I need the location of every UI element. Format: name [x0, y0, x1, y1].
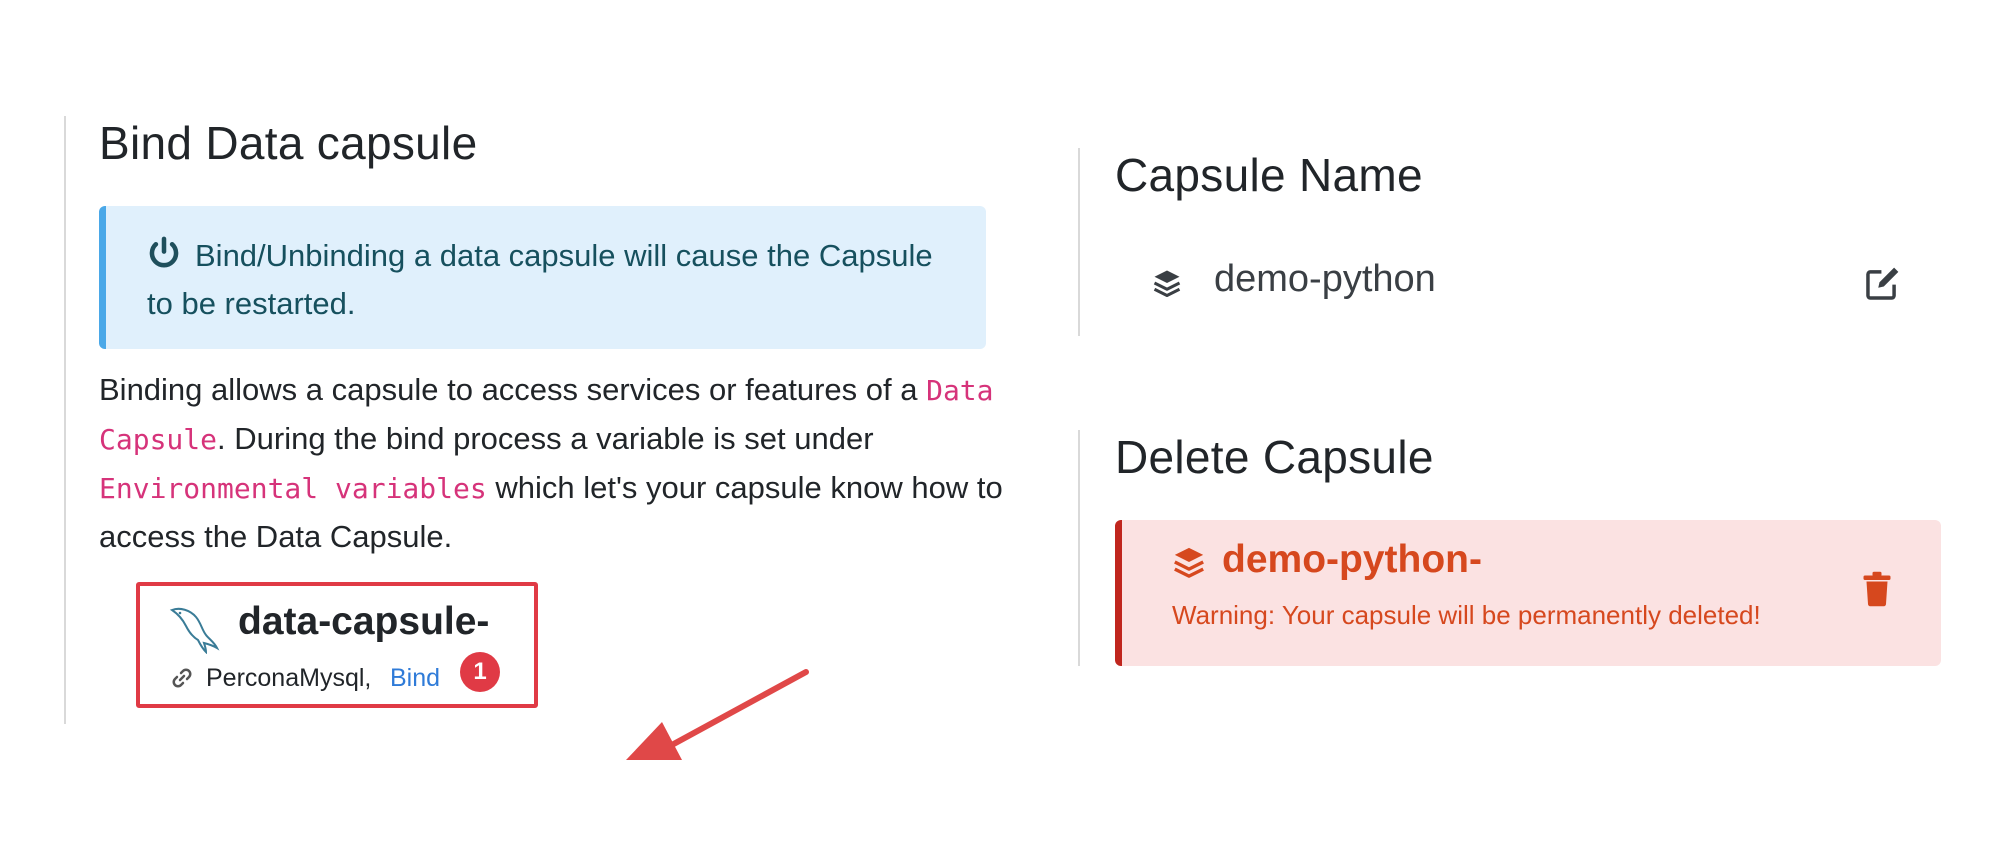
- step-badge: 1: [460, 652, 500, 692]
- page: Bind Data capsule Bind/Unbinding a data …: [0, 0, 2016, 846]
- delete-capsule-panel: Delete Capsule demo-python- Warning: You…: [1078, 430, 1960, 666]
- capsule-name-title: Capsule Name: [1115, 149, 1423, 201]
- layers-icon: [1174, 547, 1204, 578]
- capsule-name-panel: Capsule Name demo-python: [1078, 148, 1960, 336]
- desc-text-2: . During the bind process a variable is …: [217, 421, 874, 456]
- bind-section-title: Bind Data capsule: [99, 117, 478, 169]
- delete-warning-text: Warning: Your capsule will be permanentl…: [1172, 600, 1761, 630]
- data-capsule-card: data-capsule- PerconaMysql, Bind 1: [136, 582, 538, 708]
- delete-capsule-name: demo-python-: [1222, 538, 1482, 581]
- desc-text-1: Binding allows a capsule to access servi…: [99, 372, 927, 407]
- delete-capsule-title: Delete Capsule: [1115, 431, 1434, 483]
- data-capsule-title: data-capsule-: [238, 600, 490, 643]
- delete-capsule-alert: demo-python- Warning: Your capsule will …: [1115, 520, 1941, 666]
- arrow-annotation: [626, 669, 809, 760]
- bind-description: Binding allows a capsule to access servi…: [99, 366, 1009, 561]
- service-name: PerconaMysql,: [206, 664, 372, 692]
- capsule-name-value: demo-python: [1214, 258, 1436, 300]
- mysql-dolphin-icon: [169, 607, 220, 654]
- power-icon: [149, 236, 179, 268]
- bind-info-alert: Bind/Unbinding a data capsule will cause…: [99, 206, 986, 349]
- code-environmental-variables: Environmental variables: [99, 472, 487, 505]
- bind-info-text: Bind/Unbinding a data capsule will cause…: [147, 238, 933, 321]
- edit-icon[interactable]: [1864, 264, 1902, 302]
- bind-data-capsule-panel: Bind Data capsule Bind/Unbinding a data …: [64, 116, 1016, 760]
- link-icon: [172, 668, 192, 688]
- trash-icon[interactable]: [1862, 570, 1892, 608]
- bind-link[interactable]: Bind: [390, 664, 440, 693]
- layers-icon: [1153, 270, 1181, 297]
